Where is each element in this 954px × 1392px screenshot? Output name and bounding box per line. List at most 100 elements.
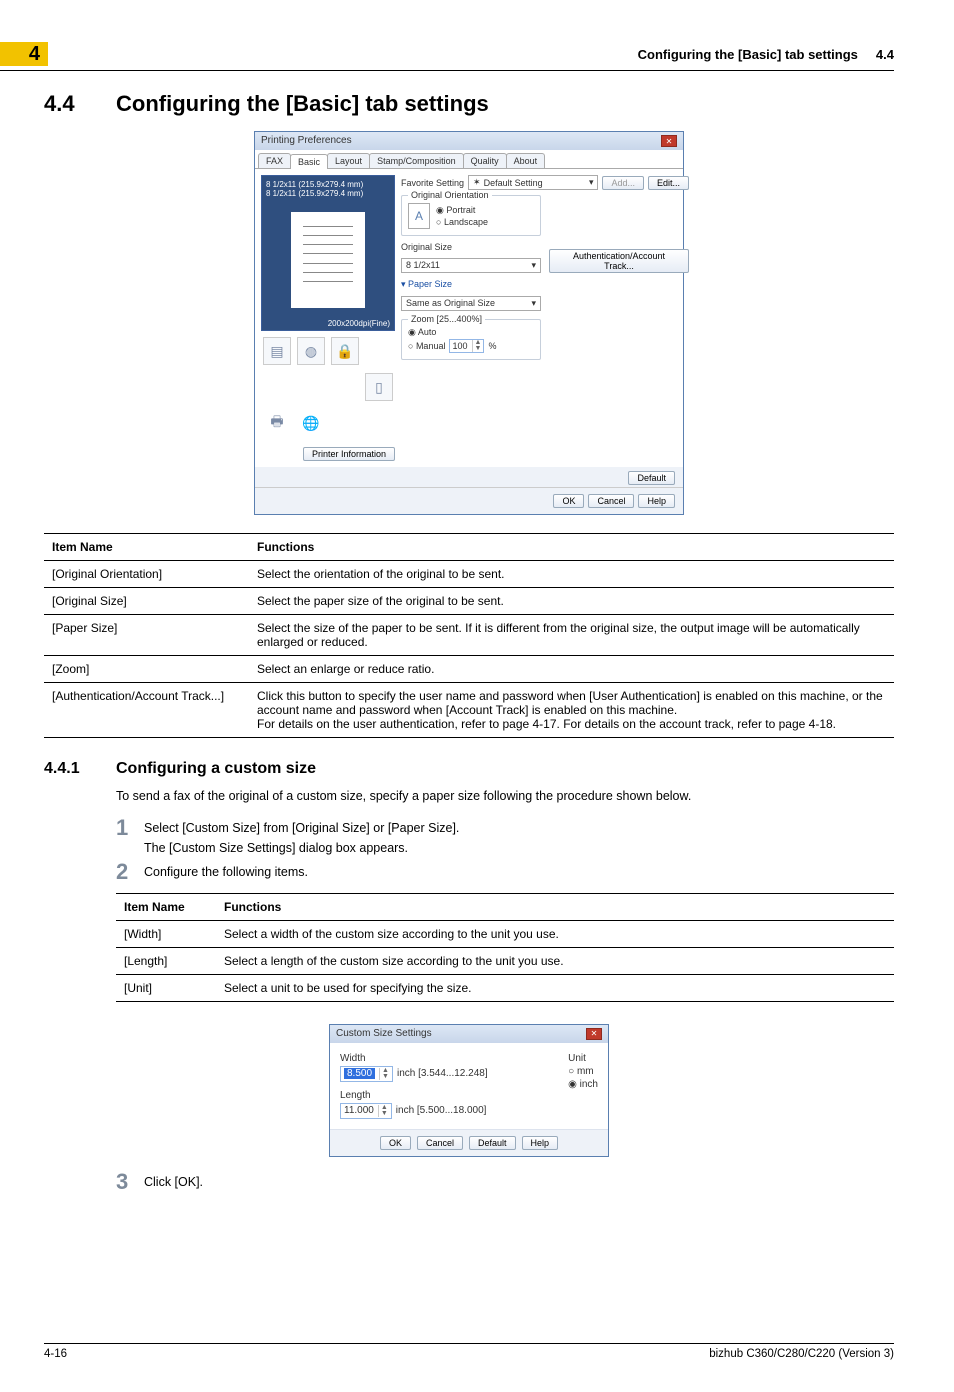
width-input[interactable]: 8.500▲▼ xyxy=(340,1066,393,1082)
info-icon[interactable]: ◍ xyxy=(297,337,325,365)
default-button[interactable]: Default xyxy=(469,1136,516,1150)
step-2: 2 Configure the following items. xyxy=(116,861,894,883)
paper-size-label: ▾ Paper Size xyxy=(401,279,541,290)
dialog-title: Printing Preferences xyxy=(261,135,352,147)
lock-icon[interactable]: 🔒 xyxy=(331,337,359,365)
favorite-setting-select[interactable]: ✶Default Setting ▾ xyxy=(468,175,598,190)
step-number: 2 xyxy=(116,861,144,883)
default-button[interactable]: Default xyxy=(628,471,675,485)
edit-button[interactable]: Edit... xyxy=(648,176,689,190)
help-button[interactable]: Help xyxy=(522,1136,559,1150)
view-icon[interactable]: ▤ xyxy=(263,337,291,365)
page-footer: 4-16 bizhub C360/C280/C220 (Version 3) xyxy=(44,1343,894,1360)
table1-head-func: Functions xyxy=(249,534,894,561)
table-row: [Length]Select a length of the custom si… xyxy=(116,947,894,974)
chevron-down-icon: ▾ xyxy=(531,298,536,309)
authentication-account-track-button[interactable]: Authentication/Account Track... xyxy=(549,249,689,273)
length-range: inch [5.500...18.000] xyxy=(396,1105,487,1116)
preview-dpi: 200x200dpi(Fine) xyxy=(328,319,390,328)
custom-size-items-table: Item Name Functions [Width]Select a widt… xyxy=(116,893,894,1002)
tab-about[interactable]: About xyxy=(506,153,546,168)
original-orientation-title: Original Orientation xyxy=(408,190,492,200)
zoom-title: Zoom [25...400%] xyxy=(408,314,485,324)
table-row: [Width]Select a width of the custom size… xyxy=(116,920,894,947)
add-button[interactable]: Add... xyxy=(602,176,644,190)
printer-icon: 🖶 xyxy=(263,409,291,437)
unit-mm-radio[interactable]: ○ mm xyxy=(568,1066,598,1077)
step-text: Click [OK]. xyxy=(144,1175,894,1189)
dialog-tabs: FAX Basic Layout Stamp/Composition Quali… xyxy=(255,150,683,169)
portrait-radio[interactable]: ◉ Portrait xyxy=(436,205,488,216)
step-number: 1 xyxy=(116,817,144,855)
preview-size-top: 8 1/2x11 (215.9x279.4 mm) xyxy=(266,180,390,189)
table2-head-item: Item Name xyxy=(116,893,216,920)
zoom-group: Zoom [25...400%] ◉ Auto ○ Manual 100▲▼ % xyxy=(401,319,541,360)
zoom-percent-label: % xyxy=(488,341,496,351)
cancel-button[interactable]: Cancel xyxy=(588,494,634,508)
paper-preview-icon xyxy=(291,212,365,308)
header-section-number: 4.4 xyxy=(876,47,894,62)
landscape-radio[interactable]: ○ Landscape xyxy=(436,217,488,227)
subsection-intro: To send a fax of the original of a custo… xyxy=(116,788,894,805)
cancel-button[interactable]: Cancel xyxy=(417,1136,463,1150)
length-label: Length xyxy=(340,1090,488,1101)
subsection-number: 4.4.1 xyxy=(44,760,116,778)
chapter-badge: 4 xyxy=(0,42,48,66)
width-range: inch [3.544...12.248] xyxy=(397,1068,488,1079)
table2-head-func: Functions xyxy=(216,893,894,920)
table-row: [Authentication/Account Track...]Click t… xyxy=(44,683,894,738)
step-text: Configure the following items. xyxy=(144,865,894,879)
custom-size-settings-dialog: Custom Size Settings ✕ Width 8.500▲▼ inc… xyxy=(329,1024,609,1157)
tab-stamp-composition[interactable]: Stamp/Composition xyxy=(369,153,464,168)
star-icon: ✶ xyxy=(473,177,481,188)
original-size-value: 8 1/2x11 xyxy=(406,260,440,271)
section-number: 4.4 xyxy=(44,91,116,117)
header-title: Configuring the [Basic] tab settings xyxy=(638,47,858,62)
table1-head-item: Item Name xyxy=(44,534,249,561)
subsection-title: Configuring a custom size xyxy=(116,760,316,778)
ok-button[interactable]: OK xyxy=(553,494,584,508)
favorite-setting-label: Favorite Setting xyxy=(401,178,464,188)
output-tray-icon[interactable]: ▯ xyxy=(365,373,393,401)
page-header: 4 Configuring the [Basic] tab settings 4… xyxy=(0,42,894,71)
preview-box: 8 1/2x11 (215.9x279.4 mm) 8 1/2x11 (215.… xyxy=(261,175,395,331)
orientation-icon: A xyxy=(408,203,430,229)
zoom-value-input[interactable]: 100▲▼ xyxy=(449,339,484,353)
favorite-setting-value: Default Setting xyxy=(484,178,543,188)
tab-fax[interactable]: FAX xyxy=(258,153,291,168)
step-3: 3 Click [OK]. xyxy=(116,1171,894,1193)
tab-basic[interactable]: Basic xyxy=(290,154,328,169)
length-input[interactable]: 11.000▲▼ xyxy=(340,1103,392,1119)
ok-button[interactable]: OK xyxy=(380,1136,411,1150)
dialog-titlebar: Printing Preferences ✕ xyxy=(255,132,683,150)
table-row: [Original Size]Select the paper size of … xyxy=(44,588,894,615)
close-icon[interactable]: ✕ xyxy=(586,1028,602,1040)
unit-label: Unit xyxy=(568,1053,598,1064)
chevron-down-icon: ▾ xyxy=(589,177,594,188)
zoom-auto-radio[interactable]: ◉ Auto xyxy=(408,327,534,338)
basic-settings-table: Item Name Functions [Original Orientatio… xyxy=(44,533,894,738)
header-title-group: Configuring the [Basic] tab settings 4.4 xyxy=(638,47,894,62)
table-row: [Original Orientation]Select the orienta… xyxy=(44,561,894,588)
printing-preferences-dialog: Printing Preferences ✕ FAX Basic Layout … xyxy=(254,131,684,515)
preview-size-bot: 8 1/2x11 (215.9x279.4 mm) xyxy=(266,189,390,198)
original-size-select[interactable]: 8 1/2x11 ▾ xyxy=(401,258,541,273)
close-icon[interactable]: ✕ xyxy=(661,135,677,147)
paper-size-select[interactable]: Same as Original Size ▾ xyxy=(401,296,541,311)
step-text: Select [Custom Size] from [Original Size… xyxy=(144,821,894,835)
help-button[interactable]: Help xyxy=(638,494,675,508)
table-row: [Zoom]Select an enlarge or reduce ratio. xyxy=(44,656,894,683)
table-row: [Paper Size]Select the size of the paper… xyxy=(44,615,894,656)
tab-layout[interactable]: Layout xyxy=(327,153,370,168)
original-orientation-group: Original Orientation A ◉ Portrait ○ Land… xyxy=(401,195,541,236)
zoom-manual-radio[interactable]: ○ Manual xyxy=(408,341,445,351)
section-title: Configuring the [Basic] tab settings xyxy=(116,91,489,117)
table-row: [Unit]Select a unit to be used for speci… xyxy=(116,974,894,1001)
unit-inch-radio[interactable]: ◉ inch xyxy=(568,1079,598,1090)
chevron-down-icon: ▾ xyxy=(531,260,536,271)
original-size-label: Original Size xyxy=(401,242,541,252)
step-1: 1 Select [Custom Size] from [Original Si… xyxy=(116,817,894,855)
section-heading: 4.4 Configuring the [Basic] tab settings xyxy=(44,91,912,117)
printer-information-button[interactable]: Printer Information xyxy=(303,447,395,461)
tab-quality[interactable]: Quality xyxy=(463,153,507,168)
